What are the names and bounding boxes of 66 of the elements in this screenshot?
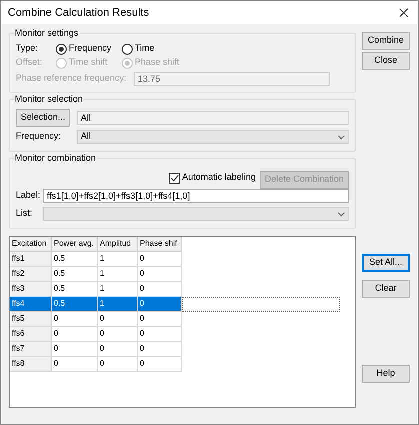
dialog-button[interactable]: Help [362,365,410,383]
table-cell: 0.5 [52,252,98,267]
table-cell: 0 [98,342,138,357]
table-cell: 1 [98,252,138,267]
dialog-button[interactable]: Combine [362,32,410,50]
radio-button[interactable] [56,44,67,54]
checkbox-label: Automatic labeling [182,171,256,184]
chevron-down-icon [338,134,345,140]
selection-field[interactable]: All [77,111,349,125]
close-icon[interactable] [399,8,409,18]
row-header[interactable]: ffs3 [10,282,52,297]
radio-label: Frequency [69,42,112,56]
group-title: Monitor settings [14,27,80,40]
offset-label: Offset: [16,56,44,70]
checkmark-icon [170,174,179,182]
label-label: Label: [16,189,39,202]
row-header[interactable]: ffs6 [10,327,52,342]
checkbox[interactable] [169,172,180,184]
column-header[interactable]: Amplitud [98,237,138,252]
table-cell: 0 [138,327,182,342]
table-cell: 0 [138,342,182,357]
table-cell: 0 [138,282,182,297]
radio-label: Time shift [69,56,108,70]
row-header[interactable]: ffs8 [10,357,52,372]
dialog-button[interactable]: Set All... [362,254,410,272]
frequency-label: Frequency: [16,130,62,144]
row-header[interactable]: ffs1 [10,252,52,267]
table-cell: 0 [52,342,98,357]
type-label: Type: [16,42,40,56]
table-cell: 1 [98,282,138,297]
window-title: Combine Calculation Results [8,6,150,21]
column-header[interactable]: Phase shif [138,237,182,252]
table-cell: 0 [138,312,182,327]
row-header[interactable]: ffs2 [10,267,52,282]
row-header[interactable]: ffs7 [10,342,52,357]
table-cell: 0 [52,357,98,372]
dialog-button[interactable]: Selection... [16,109,70,127]
table-cell: 0 [52,327,98,342]
frequency-dropdown[interactable]: All [77,130,349,144]
table-cell: 0.5 [52,282,98,297]
table-cell: 0 [138,297,182,312]
table-cell: 0 [98,312,138,327]
list-label: List: [16,207,34,220]
table-cell: 1 [98,267,138,282]
table-cell: 0 [98,357,138,372]
radio-label: Time [135,42,155,56]
chevron-down-icon [338,212,345,216]
radio-button[interactable] [122,44,133,54]
phase-reference-label: Phase reference frequency: [16,72,128,86]
dialog-button[interactable]: Close [362,52,410,70]
dialog-button[interactable]: Clear [362,280,410,298]
table-cell: 0 [138,267,182,282]
radio-label: Phase shift [135,56,180,70]
table-cell: 1 [98,297,138,312]
table-cell: 0 [138,252,182,267]
label-field[interactable]: ffs1[1,0]+ffs2[1,0]+ffs3[1,0]+ffs4[1,0] [43,189,349,203]
phase-reference-field[interactable]: 13.75 [134,72,330,86]
row-header[interactable]: ffs5 [10,312,52,327]
row-header[interactable]: ffs4 [10,297,52,312]
column-header[interactable]: Excitation [10,237,52,252]
table-cell: 0.5 [52,267,98,282]
table-cell: 0 [98,327,138,342]
table-cell: 0 [138,357,182,372]
table-cell: 0 [52,312,98,327]
column-header[interactable]: Power avg. [52,237,98,252]
table-cell: 0.5 [52,297,98,312]
